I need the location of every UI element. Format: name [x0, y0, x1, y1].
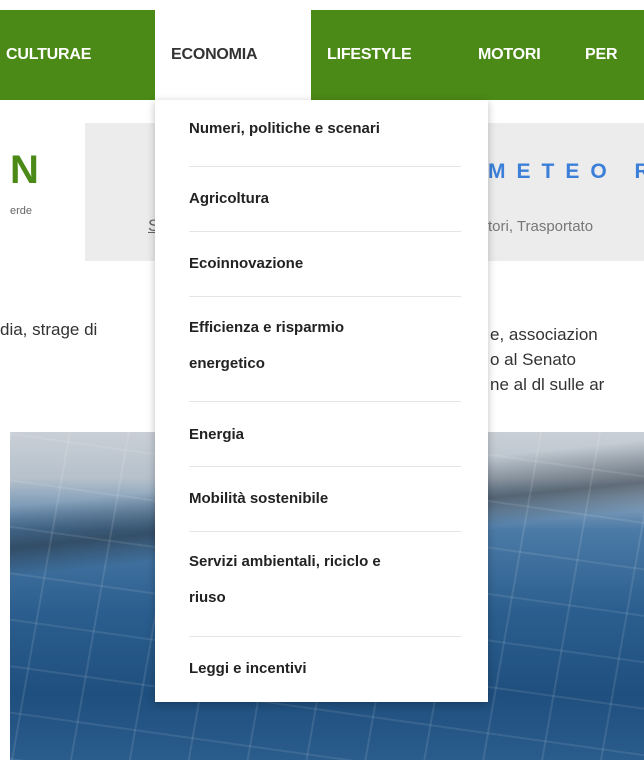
nav-item-culturae[interactable]: CULTURAE: [6, 10, 91, 100]
news-headline-left[interactable]: dia, strage di: [0, 320, 97, 340]
main-navbar: [0, 10, 644, 100]
dropdown-item-label-line-1: Efficienza e risparmio: [189, 319, 345, 336]
dropdown-item-mobilita-sostenibile[interactable]: Mobilità sostenibile: [189, 490, 463, 507]
dropdown-separator: [189, 636, 461, 637]
dropdown-item-label: Numeri, politiche e scenari: [189, 120, 380, 137]
dropdown-item-numeri-politiche-scenari[interactable]: Numeri, politiche e scenari: [189, 120, 463, 137]
dropdown-separator: [189, 231, 461, 232]
dropdown-item-energia[interactable]: Energia: [189, 426, 463, 443]
dropdown-separator: [189, 466, 461, 467]
dropdown-item-efficienza-energetica[interactable]: Efficienza e risparmio energetico: [189, 319, 463, 372]
dropdown-separator: [189, 166, 461, 167]
top-strip: [0, 0, 644, 10]
dropdown-item-label: Agricoltura: [189, 190, 270, 207]
nav-item-per[interactable]: PER: [585, 10, 618, 100]
dropdown-item-label: Mobilità sostenibile: [189, 490, 329, 507]
news-headline-line-2[interactable]: o al Senato: [490, 350, 576, 370]
dropdown-separator: [189, 296, 461, 297]
dropdown-item-label-line-2: energetico: [189, 355, 265, 372]
site-logo-subtitle: erde: [10, 205, 33, 217]
dropdown-item-agricoltura[interactable]: Agricoltura: [189, 190, 463, 207]
dropdown-item-ecoinnovazione[interactable]: Ecoinnovazione: [189, 255, 463, 272]
meteo-subtitle: tori, Trasportato: [488, 218, 594, 235]
dropdown-separator: [189, 531, 461, 532]
nav-item-motori[interactable]: MOTORI: [478, 10, 541, 100]
dropdown-separator: [189, 401, 461, 402]
dropdown-item-label: Energia: [189, 426, 245, 443]
economia-dropdown-menu: Numeri, politiche e scenari Agricoltura …: [155, 100, 488, 702]
dropdown-item-leggi-incentivi[interactable]: Leggi e incentivi: [189, 660, 463, 677]
dropdown-item-servizi-ambientali[interactable]: Servizi ambientali, riciclo e riuso: [189, 553, 463, 606]
nav-item-economia[interactable]: ECONOMIA: [155, 10, 311, 100]
dropdown-item-label: Ecoinnovazione: [189, 255, 304, 272]
dropdown-item-label-line-1: Servizi ambientali, riciclo e: [189, 553, 381, 570]
news-headline-line-1[interactable]: e, associazion: [490, 325, 598, 345]
dropdown-item-label: Leggi e incentivi: [189, 660, 307, 677]
nav-item-lifestyle[interactable]: LIFESTYLE: [327, 10, 412, 100]
news-headline-line-3[interactable]: ne al dl sulle ar: [490, 375, 604, 395]
site-logo[interactable]: N: [10, 150, 39, 190]
meteo-title: METEO R: [488, 160, 644, 183]
dropdown-item-label-line-2: riuso: [189, 589, 226, 606]
